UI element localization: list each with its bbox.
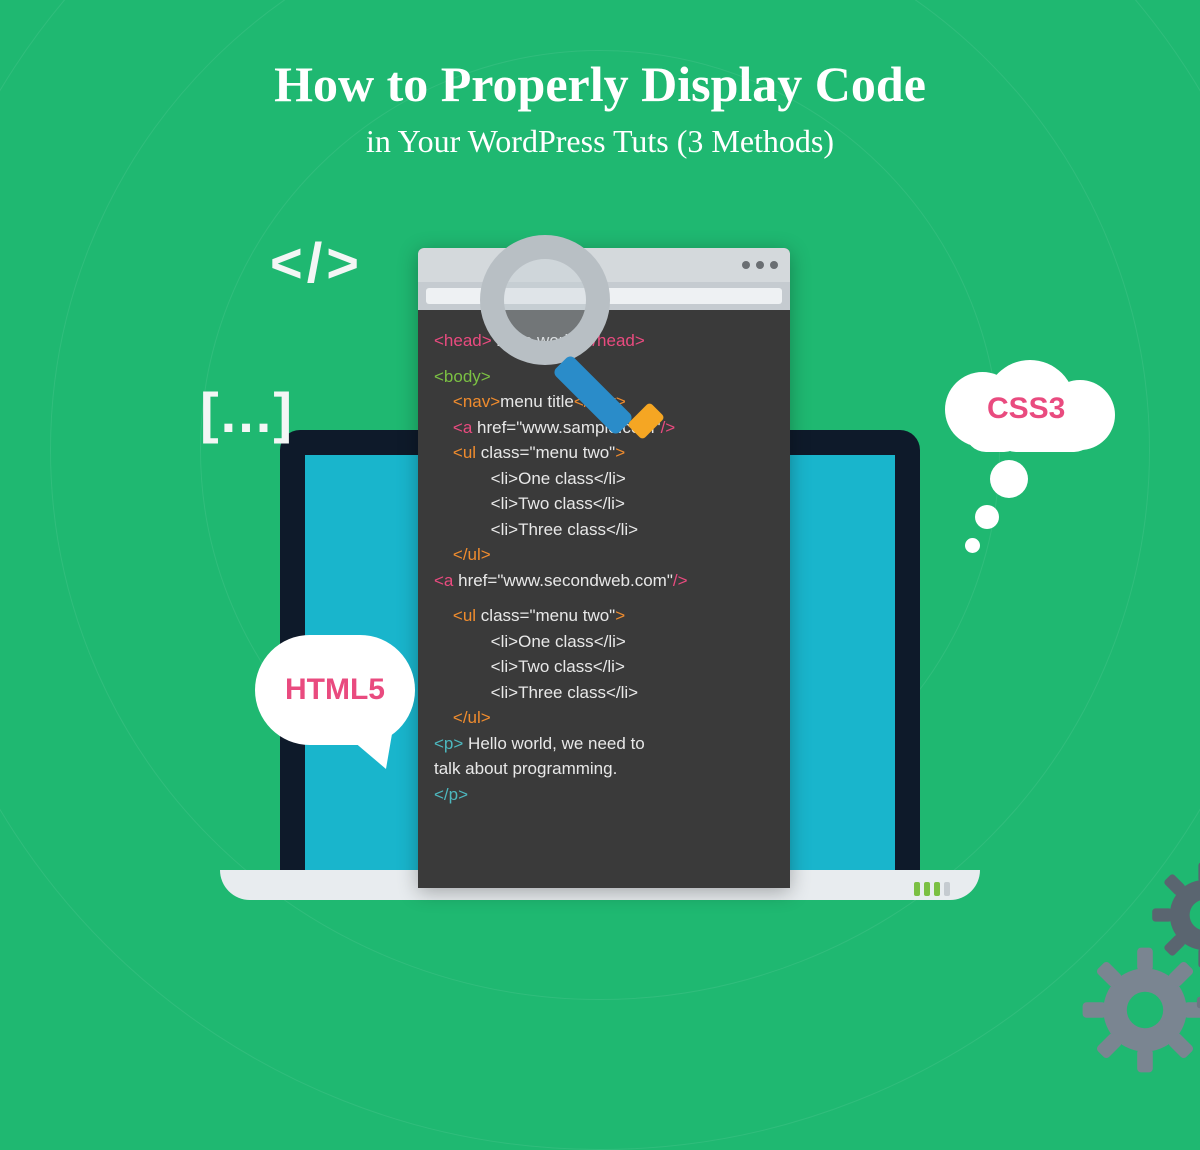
window-dot-icon	[770, 261, 778, 269]
window-dot-icon	[742, 261, 750, 269]
page-subtitle: in Your WordPress Tuts (3 Methods)	[0, 123, 1200, 160]
html5-label: HTML5	[285, 673, 385, 707]
html5-speech-bubble: HTML5	[255, 635, 415, 745]
tag-decoration: </>	[270, 230, 363, 295]
page-title: How to Properly Display Code	[0, 55, 1200, 113]
bracket-decoration: [...]	[200, 380, 294, 445]
window-dot-icon	[756, 261, 764, 269]
header: How to Properly Display Code in Your Wor…	[0, 0, 1200, 160]
magnifier-icon	[480, 235, 610, 365]
css3-label: CSS3	[987, 392, 1065, 426]
css3-thought-bubble: CSS3	[945, 360, 1115, 460]
